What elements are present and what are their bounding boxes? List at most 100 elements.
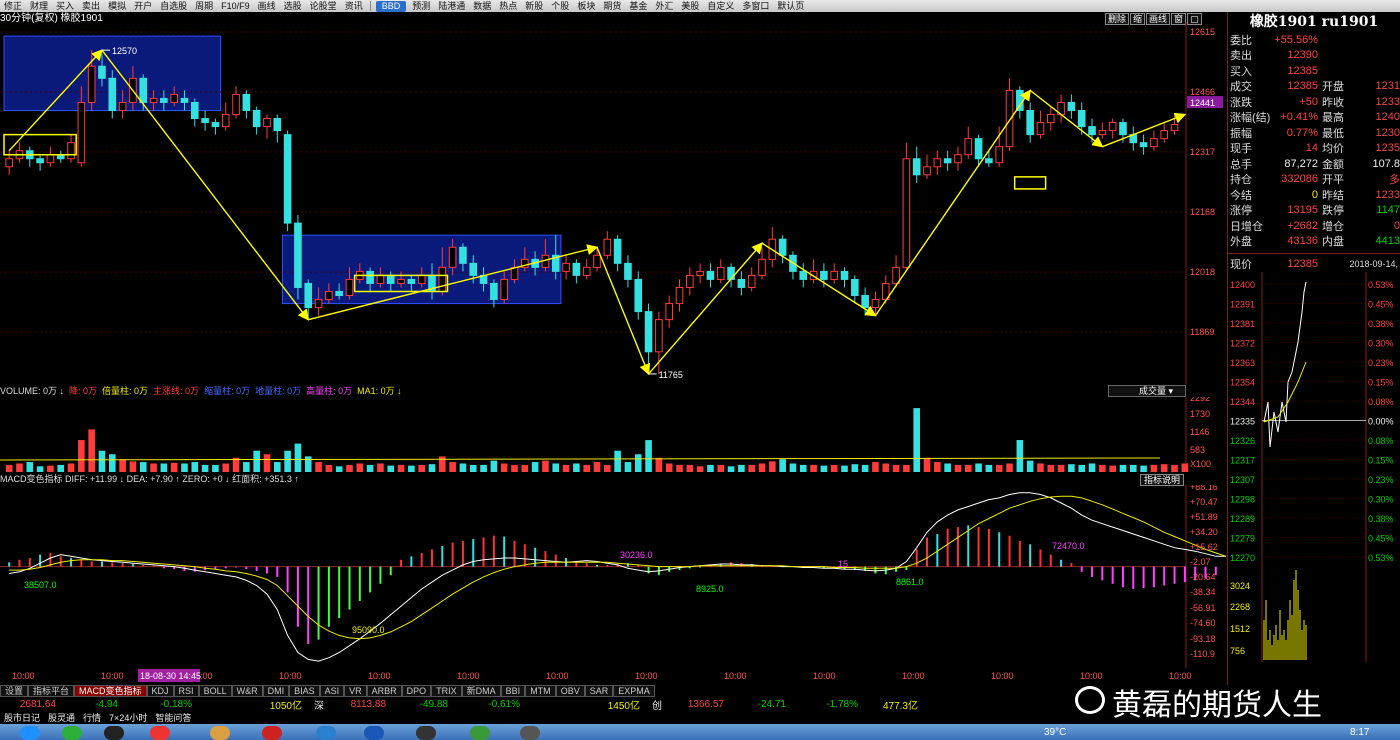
candle-body xyxy=(1119,122,1127,136)
ie-icon[interactable] xyxy=(20,726,40,740)
mini-price-label: 12344 xyxy=(1230,397,1255,407)
candlestick-chart[interactable]: 12570 11765 12615 1246612441 12317 12168 12018… xyxy=(0,22,1226,384)
indicator-tab[interactable]: SAR xyxy=(584,685,614,697)
indicator-tab[interactable]: DPO xyxy=(401,685,432,697)
network-icon[interactable] xyxy=(364,726,384,740)
indicator-tab[interactable]: EXPMA xyxy=(613,685,655,697)
candle-body xyxy=(232,93,240,116)
intraday-mini-chart[interactable]: 12400 0.53% 12391 0.45% 12381 0.38% 12372 0.30%… xyxy=(1228,272,1400,662)
volume-bar xyxy=(511,464,518,472)
indicator-tab[interactable]: ASI xyxy=(319,685,345,697)
toolbar-item[interactable]: 画线 xyxy=(254,0,280,12)
toolbar-button[interactable]: 陆港通 xyxy=(434,0,469,12)
toolbar-item[interactable]: 修正 xyxy=(0,0,26,12)
mini-price-label: 12307 xyxy=(1230,475,1255,485)
candle-body xyxy=(5,158,13,168)
mini-pct-label: 0.30% xyxy=(1368,339,1394,349)
toolbar-button[interactable]: 多窗口 xyxy=(738,0,773,12)
volume-chart[interactable]: 2292 1730 1146 583 X100 xyxy=(0,397,1226,472)
folder-icon[interactable] xyxy=(210,726,230,740)
browser-icon[interactable] xyxy=(62,726,82,740)
qq-icon[interactable] xyxy=(104,726,124,740)
bottom-menu-item[interactable]: 智能问答 xyxy=(151,711,195,724)
toolbar-button[interactable]: 板块 xyxy=(573,0,599,12)
indicator-tab[interactable]: TRIX xyxy=(431,685,462,697)
volume-bar xyxy=(428,464,436,472)
indicator-tab[interactable]: MACD变色指标 xyxy=(74,685,147,697)
toolbar-item[interactable]: 卖出 xyxy=(78,0,104,12)
index-value: -49.88 xyxy=(419,698,448,710)
toolbar-button[interactable]: 热点 xyxy=(495,0,521,12)
candle-body xyxy=(840,270,849,280)
toolbar-separator xyxy=(369,1,371,11)
toolbar-item[interactable]: 自选股 xyxy=(156,0,191,12)
volume-bar xyxy=(531,462,539,472)
quote-value-2: 4413 xyxy=(1375,235,1400,248)
indicator-tab[interactable]: BIAS xyxy=(289,685,320,697)
volume-bar xyxy=(604,464,611,472)
volume-bar xyxy=(1099,464,1106,472)
toolbar-button[interactable]: 基金 xyxy=(625,0,651,12)
toolbar-button[interactable]: 预测 xyxy=(408,0,434,12)
terminal-icon[interactable] xyxy=(520,726,540,740)
indicator-tab[interactable]: BOLL xyxy=(198,685,232,697)
toolbar-item[interactable]: 论股堂 xyxy=(306,0,341,12)
volume-bar xyxy=(201,464,209,472)
toolbar-item[interactable]: 买入 xyxy=(52,0,78,12)
excel-icon[interactable] xyxy=(470,726,490,740)
temperature: 39°C xyxy=(1044,727,1067,738)
candle-body xyxy=(1046,114,1055,124)
indicator-tab[interactable]: DMI xyxy=(262,685,290,697)
volume-ma-line xyxy=(0,457,1161,461)
toolbar-button[interactable]: 个股 xyxy=(547,0,573,12)
indicator-tab[interactable]: RSI xyxy=(173,685,199,697)
bottom-menu-item[interactable]: 7×24小时 xyxy=(105,711,151,724)
indicator-tab[interactable]: W&R xyxy=(231,685,263,697)
search-icon[interactable] xyxy=(316,726,336,740)
indicator-tab[interactable]: VR xyxy=(344,685,367,697)
bottom-menu-item[interactable]: 行情 xyxy=(79,711,105,724)
volume-bar xyxy=(408,465,415,472)
toolbar-item[interactable]: 周期 xyxy=(191,0,217,12)
toolbar-button[interactable]: 期货 xyxy=(599,0,625,12)
candle-body xyxy=(572,262,581,276)
toolbar-item[interactable]: 模拟 xyxy=(104,0,130,12)
toolbar-button[interactable]: 美股 xyxy=(677,0,703,12)
candle-body xyxy=(366,270,374,284)
toolbar-item[interactable]: 财理 xyxy=(26,0,52,12)
trading-app-icon[interactable] xyxy=(416,726,436,740)
indicator-tab[interactable]: 设置 xyxy=(0,685,29,697)
macd-axis-label: +15.62 xyxy=(1190,542,1218,552)
toolbar-button[interactable]: 新股 xyxy=(521,0,547,12)
volume-legend-item: 降: 0万 xyxy=(69,386,98,396)
indicator-tab[interactable]: 指标平台 xyxy=(28,685,75,697)
indicator-tab[interactable]: ARBR xyxy=(366,685,402,697)
indicator-tab[interactable]: KDJ xyxy=(146,685,174,697)
toolbar-item[interactable]: 资讯 xyxy=(341,0,367,12)
toolbar-button[interactable]: 自定义 xyxy=(703,0,738,12)
bottom-menu-item[interactable]: 股灵通 xyxy=(44,711,79,724)
app-icon[interactable] xyxy=(262,726,282,740)
candle-body xyxy=(180,97,189,103)
indicator-tab[interactable]: MTM xyxy=(525,685,556,697)
toolbar-item[interactable]: 选股 xyxy=(280,0,306,12)
volume-indicator-dropdown[interactable]: 成交量 ▾ xyxy=(1108,385,1186,397)
toolbar-item[interactable]: 开户 xyxy=(130,0,156,12)
toolbar-item[interactable]: F10/F9 xyxy=(217,0,254,12)
candle-body xyxy=(964,138,973,156)
toolbar-button[interactable]: 外汇 xyxy=(651,0,677,12)
volume-bar xyxy=(593,462,601,472)
toolbar-button[interactable]: 数据 xyxy=(469,0,495,12)
mini-pct-label: 0.38% xyxy=(1368,319,1394,329)
indicator-tab[interactable]: BBI xyxy=(500,685,526,697)
toolbar-button[interactable]: 默认页 xyxy=(773,0,808,12)
indicator-tab[interactable]: OBV xyxy=(555,685,585,697)
indicator-tab[interactable]: 新DMA xyxy=(461,685,501,697)
cursor-time-label: 18-08-30 14:45 xyxy=(140,671,201,681)
volume-bar xyxy=(851,464,859,472)
toolbar-button[interactable]: BBD xyxy=(375,0,407,12)
chrome-icon[interactable] xyxy=(150,726,170,740)
macd-chart[interactable]: 38507.0 95090.0 30236.0 8925.0 8861.0 72470.0… xyxy=(0,485,1226,668)
bottom-menu-item[interactable]: 股市日记 xyxy=(0,711,44,724)
macd-axis-label: -74.60 xyxy=(1190,618,1216,628)
